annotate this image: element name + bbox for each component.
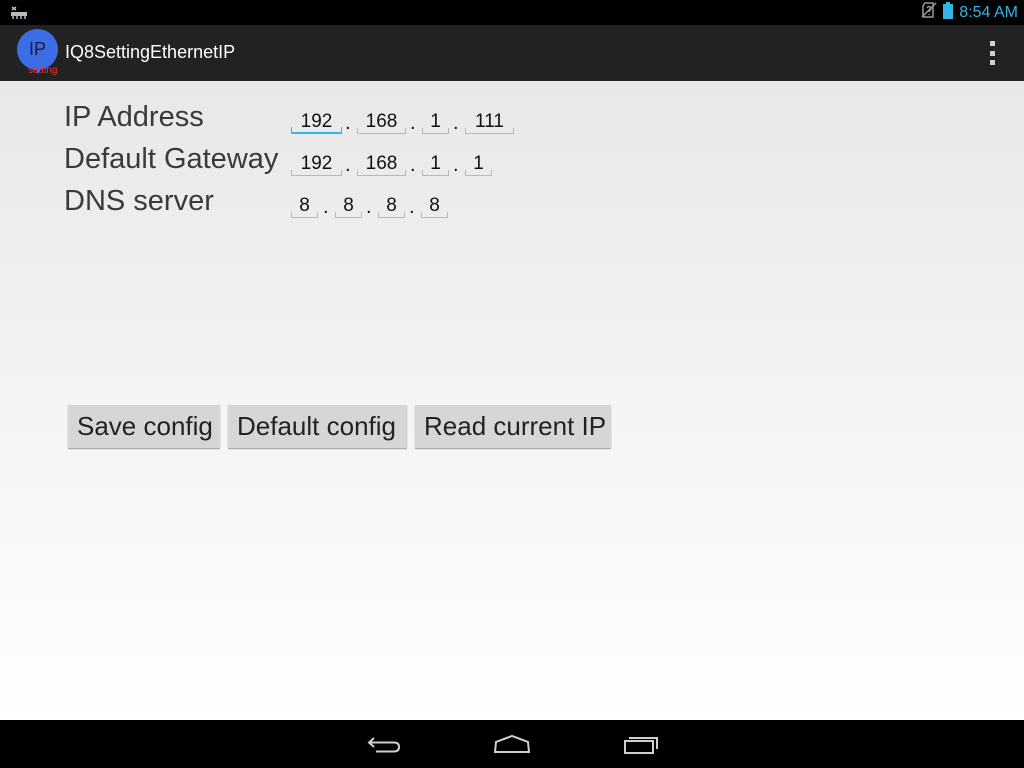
gateway-dot-2: . — [410, 154, 416, 176]
no-sim-icon — [921, 2, 937, 23]
ip-address-octet-1[interactable]: 192 — [291, 110, 342, 134]
default-gateway-label: Default Gateway — [64, 143, 279, 175]
gateway-octet-1[interactable]: 192 — [291, 152, 342, 176]
app-icon[interactable]: IP setting — [17, 29, 59, 77]
main-content: IP Address 192 . 168 . 1 . 111 Default G… — [0, 81, 1024, 720]
dns-dot-1: . — [323, 196, 329, 218]
gateway-octet-4[interactable]: 1 — [465, 152, 492, 176]
dns-octet-4[interactable]: 8 — [421, 194, 448, 218]
ip-address-octet-4[interactable]: 111 — [465, 110, 514, 134]
recent-apps-icon[interactable] — [622, 732, 662, 756]
gateway-octet-2[interactable]: 168 — [357, 152, 406, 176]
app-icon-label: IP — [28, 39, 46, 59]
save-config-button[interactable]: Save config — [68, 405, 220, 448]
dns-server-label: DNS server — [64, 185, 214, 217]
app-icon-sublabel: setting — [28, 65, 58, 76]
ip-address-dot-3: . — [453, 112, 459, 134]
clock: 8:54 AM — [959, 3, 1018, 21]
gateway-dot-1: . — [345, 154, 351, 176]
ip-address-dot-2: . — [410, 112, 416, 134]
status-bar-right: 8:54 AM — [921, 0, 1018, 25]
dns-octet-2[interactable]: 8 — [335, 194, 362, 218]
usb-debug-icon — [10, 4, 28, 21]
ip-address-octet-3[interactable]: 1 — [422, 110, 449, 134]
battery-icon — [943, 1, 954, 24]
status-bar: 8:54 AM — [0, 0, 1024, 25]
overflow-menu-icon[interactable] — [984, 41, 1000, 65]
dns-dot-2: . — [366, 196, 372, 218]
gateway-octet-3[interactable]: 1 — [422, 152, 449, 176]
dns-octet-1[interactable]: 8 — [291, 194, 318, 218]
navigation-bar — [0, 720, 1024, 768]
home-icon[interactable] — [492, 732, 532, 756]
read-current-ip-button[interactable]: Read current IP — [415, 405, 611, 448]
action-bar: IP setting IQ8SettingEthernetIP — [0, 25, 1024, 81]
dns-dot-3: . — [409, 196, 415, 218]
ip-address-dot-1: . — [345, 112, 351, 134]
ip-address-octet-2[interactable]: 168 — [357, 110, 406, 134]
dns-octet-3[interactable]: 8 — [378, 194, 405, 218]
default-config-button[interactable]: Default config — [228, 405, 407, 448]
app-title: IQ8SettingEthernetIP — [65, 42, 236, 62]
gateway-dot-3: . — [453, 154, 459, 176]
back-icon[interactable] — [364, 732, 404, 756]
ip-address-label: IP Address — [64, 101, 204, 133]
